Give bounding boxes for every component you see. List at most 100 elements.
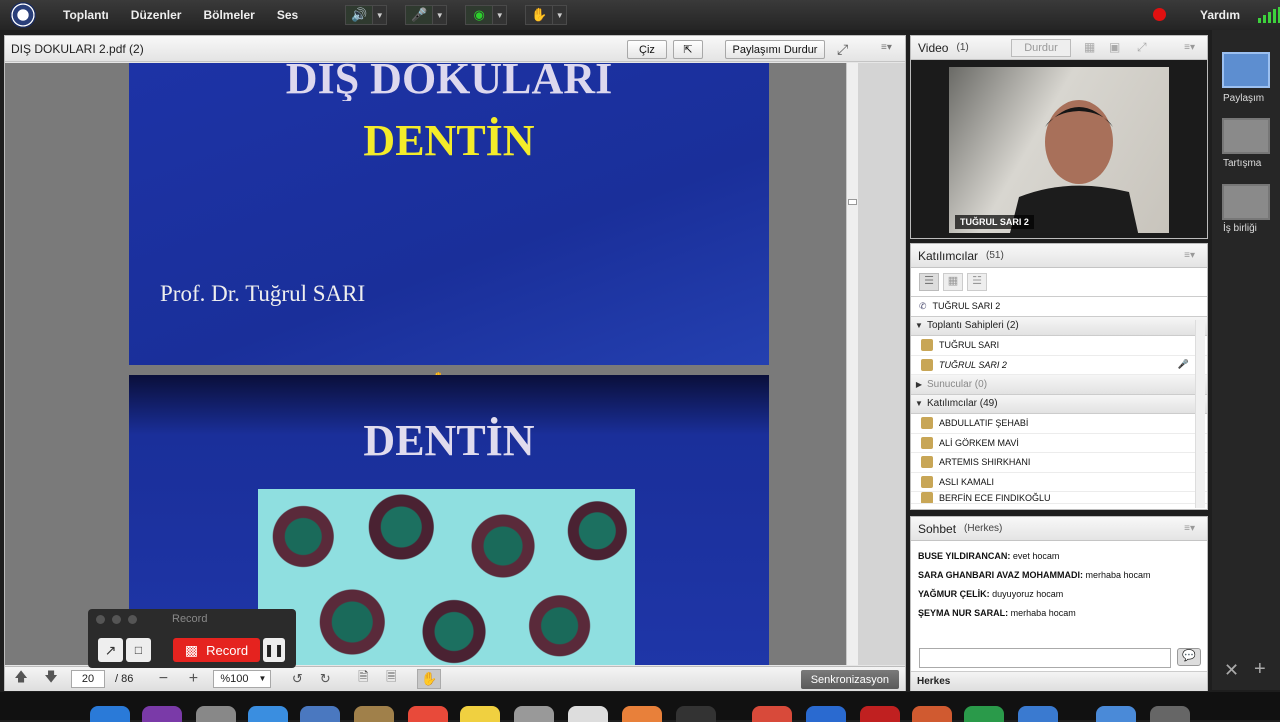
attendee-name: TUĞRUL SARI (939, 340, 1000, 351)
chat-text: duyuyoruz hocam (989, 589, 1064, 599)
help-menu[interactable]: Yardım (1200, 8, 1240, 22)
scroll-thumb[interactable] (848, 199, 857, 205)
share-side-gutter (858, 63, 905, 665)
webcam-icon[interactable]: ◉ (465, 5, 494, 25)
document-viewer[interactable]: DIŞ DOKULARI DENTİN Prof. Dr. Tuğrul SAR… (5, 63, 905, 665)
menu-audio[interactable]: Ses (277, 8, 298, 22)
speaker-icon[interactable]: 🔊 (345, 5, 374, 25)
slide-1: DIŞ DOKULARI DENTİN Prof. Dr. Tuğrul SAR… (129, 63, 769, 365)
layout-share-label: Paylaşım (1223, 93, 1265, 104)
pod-menu-icon[interactable]: ≡▾ (881, 42, 892, 53)
chat-title: Sohbet (918, 521, 957, 536)
chevron-down-icon[interactable]: ▼ (553, 5, 568, 25)
arrow-up-icon[interactable]: 🡅 (9, 669, 33, 689)
zoom-out-icon[interactable]: − (151, 669, 175, 689)
participant-user-icon (921, 475, 933, 488)
layout-discussion[interactable] (1222, 118, 1270, 154)
menu-meeting[interactable]: Toplantı (63, 8, 109, 22)
record-button[interactable]: ▩ Record (173, 638, 260, 662)
list-item[interactable]: ABDULLATIF ŞEHABİ (911, 414, 1207, 434)
chevron-down-icon[interactable]: ▼ (433, 5, 448, 25)
list-view-icon[interactable]: ☰ (919, 273, 939, 291)
microphone-icon[interactable]: 🎤 (405, 5, 434, 25)
slide-title-dentin: DENTİN (363, 116, 535, 165)
hosts-section[interactable]: ▼ Toplantı Sahipleri (2) (911, 316, 1207, 336)
chevron-down-icon[interactable]: ▼ (493, 5, 508, 25)
video-count: (1) (956, 42, 969, 53)
arrow-tool-icon[interactable]: ↗ (98, 638, 123, 662)
stop-sharing-button[interactable]: Paylaşımı Durdur (725, 40, 825, 59)
single-view-icon[interactable]: ▣ (1109, 40, 1120, 54)
attendee-name: ASLI KAMALI (939, 476, 995, 487)
chevron-down-icon[interactable]: ▼ (373, 5, 388, 25)
chat-message: SARA GHANBARI AVAZ MOHAMMADI: merhaba ho… (918, 570, 1207, 580)
share-pod-header: DIŞ DOKULARI 2.pdf (2) Çiz ⇱ Paylaşımı D… (5, 36, 905, 62)
draw-button[interactable]: Çiz (627, 40, 667, 59)
fullscreen-icon[interactable]: ⤢ (837, 41, 848, 58)
raise-hand-icon[interactable]: ✋ (525, 5, 554, 25)
layout-discussion-label: Tartışma (1223, 158, 1262, 169)
zoom-select[interactable]: %100 ▼ (213, 670, 272, 688)
slide-title-top: DIŞ DOKULARI (285, 63, 613, 101)
attendee-scrollbar[interactable] (1195, 320, 1205, 508)
participant-user-icon (921, 417, 933, 430)
chat-sender: YAĞMUR ÇELİK: (918, 589, 990, 599)
video-participant-name: TUĞRUL SARI 2 (955, 215, 1034, 229)
chat-text: merhaba hocam (1008, 608, 1076, 618)
current-user-row[interactable]: ✆ TUĞRUL SARI 2 (911, 297, 1207, 317)
rectangle-tool-icon[interactable]: □ (126, 638, 151, 662)
single-page-icon[interactable]: 🗎 (351, 669, 375, 689)
chat-recipient-tab[interactable]: Herkes (911, 671, 1207, 691)
slide-author: Prof. Dr. Tuğrul SARI (160, 281, 366, 306)
layout-collaboration-label: İş birliği (1223, 223, 1257, 234)
participants-section[interactable]: ▼ Katılımcılar (49) (911, 394, 1207, 414)
menu-layouts[interactable]: Düzenler (131, 8, 182, 22)
breakout-icon[interactable]: ▦ (943, 273, 963, 291)
list-item[interactable]: TUĞRUL SARI (911, 336, 1207, 356)
pod-menu-icon[interactable]: ≡▾ (1184, 523, 1195, 534)
rotate-left-icon[interactable]: ↺ (285, 669, 309, 689)
chevron-down-icon: ▼ (915, 321, 923, 331)
hand-tool-icon[interactable]: ✋ (417, 669, 442, 689)
page-number-input[interactable]: 20 (71, 670, 105, 688)
attendee-name: ABDULLATIF ŞEHABİ (939, 418, 1029, 429)
chat-text: evet hocam (1010, 551, 1060, 561)
pause-icon[interactable]: ❚❚ (263, 638, 285, 662)
list-item[interactable]: TUĞRUL SARI 2 🎤 (911, 356, 1207, 375)
list-item[interactable]: ARTEMIS SHIRKHANI (911, 453, 1207, 473)
pointer-icon[interactable]: ⇱ (673, 40, 703, 59)
zoom-value: %100 (220, 673, 249, 685)
arrow-down-icon[interactable]: 🡇 (39, 669, 63, 689)
close-icon[interactable]: ✕ (1224, 660, 1239, 681)
status-view-icon[interactable]: ☱ (967, 273, 987, 291)
os-dock (0, 692, 1280, 722)
layout-collaboration[interactable] (1222, 184, 1270, 220)
presenters-section[interactable]: ▶ Sunucular (0) (911, 375, 1207, 395)
multi-page-icon[interactable]: 🗏 (379, 669, 403, 689)
page-total: / 86 (115, 673, 134, 685)
presenters-label: Sunucular (0) (927, 378, 988, 390)
rotate-right-icon[interactable]: ↻ (313, 669, 337, 689)
list-item[interactable]: ASLI KAMALI (911, 473, 1207, 492)
send-icon[interactable]: 💬 (1177, 648, 1201, 666)
zoom-in-icon[interactable]: + (181, 669, 205, 689)
add-layout-icon[interactable]: + (1254, 658, 1266, 681)
pod-menu-icon[interactable]: ≡▾ (1184, 42, 1195, 53)
sync-button[interactable]: Senkronizasyon (800, 670, 899, 689)
menu-pods[interactable]: Bölmeler (203, 8, 254, 22)
attendees-title: Katılımcılar (918, 248, 979, 263)
layout-share[interactable] (1222, 52, 1270, 88)
current-user-name: TUĞRUL SARI 2 (932, 301, 1001, 312)
raise-hand-control: ✋ ▼ (525, 4, 568, 26)
list-item[interactable]: ALİ GÖRKEM MAVİ (911, 434, 1207, 453)
chat-input[interactable] (919, 648, 1171, 668)
chevron-down-icon: ▼ (258, 674, 267, 683)
fullscreen-icon[interactable]: ⤢ (1137, 40, 1147, 55)
chat-text: merhaba hocam (1082, 570, 1151, 580)
pod-menu-icon[interactable]: ≡▾ (1184, 250, 1195, 261)
stop-video-button[interactable]: Durdur (1011, 39, 1071, 57)
grid-view-icon[interactable]: ▦ (1084, 40, 1095, 54)
vertical-scrollbar[interactable] (846, 63, 858, 665)
recording-indicator-icon[interactable] (1153, 8, 1166, 21)
list-item[interactable]: BERFİN ECE FINDIKOĞLU (911, 492, 1207, 504)
